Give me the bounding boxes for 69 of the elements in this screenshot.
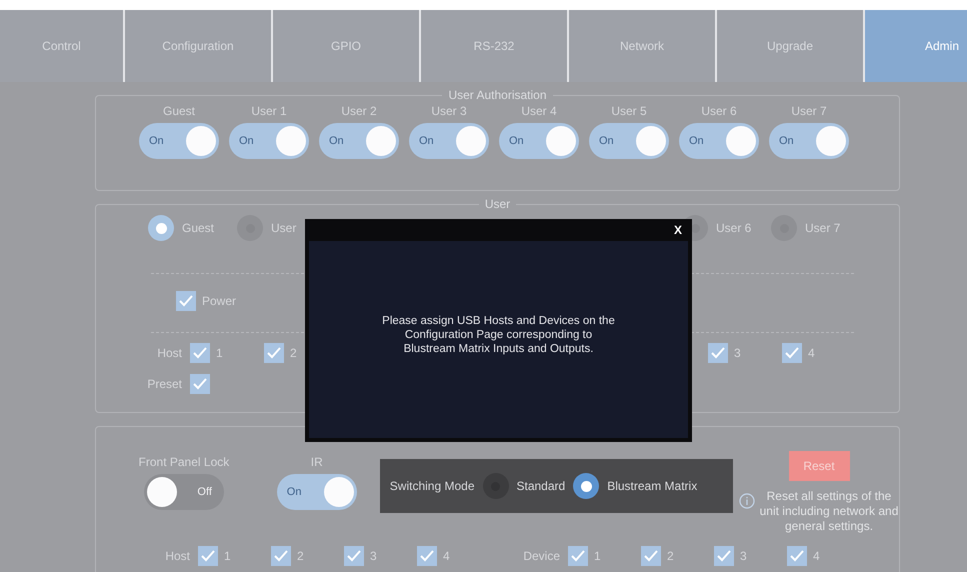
checkbox-label: 1 [594,548,601,565]
toggle-switch[interactable]: Off [144,474,224,510]
info-icon [739,493,755,509]
toggle-label: User 7 [791,103,827,120]
section-title: User Authorisation [447,88,548,102]
checkbox-label: 3 [734,345,741,362]
checkbox-label: Power [202,293,236,310]
checkbox[interactable] [190,374,210,394]
toggle-switch[interactable]: On [499,123,579,159]
checkbox[interactable] [264,343,284,363]
radio-option[interactable]: Guest [148,215,237,241]
tab[interactable]: Network [569,10,717,82]
toggle-label: User 2 [341,103,377,120]
close-button[interactable]: X [672,221,684,239]
checkbox[interactable] [787,546,807,566]
radio-option[interactable]: User 7 [771,215,860,241]
checkbox[interactable] [417,546,437,566]
toggle-label: User 4 [521,103,557,120]
toggle-switch[interactable]: On [409,123,489,159]
tab[interactable]: Configuration [125,10,273,82]
toggle-switch[interactable]: On [319,123,399,159]
checkbox[interactable] [568,546,588,566]
checkbox-label: 2 [290,345,297,362]
checkbox[interactable] [714,546,734,566]
row-label: Device [522,548,561,565]
section-title: User [484,197,512,211]
toggle-switch[interactable]: On [139,123,219,159]
mode-label: Switching Mode [390,478,474,495]
checkbox-label: 4 [813,548,820,565]
checkbox[interactable] [708,343,728,363]
info-text: Reset all settings of the unit including network and general settings. [759,489,899,534]
checkbox[interactable] [641,546,661,566]
tab[interactable]: Admin [865,10,967,82]
toggle-switch[interactable]: On [229,123,309,159]
row-label: Host [156,345,183,362]
dialog-message: Please assign USB Hosts and Devices on the Configuration Page corresponding to Blustream Matrix Inputs and Outputs. [381,314,616,356]
toggle-switch[interactable]: On [276,474,357,510]
radio-option[interactable]: Standard [482,473,566,499]
checkbox-label: 2 [297,548,304,565]
checkbox-label: 2 [667,548,674,565]
checkbox[interactable] [176,291,196,311]
row-label: Preset [146,376,183,393]
toggle-label: Front Panel Lock [138,454,230,471]
checkbox-label: 4 [808,345,815,362]
toggle-label: User 6 [701,103,737,120]
checkbox[interactable] [344,546,364,566]
row-label: Host [164,548,191,565]
toggle-switch[interactable]: On [679,123,759,159]
tab[interactable]: RS-232 [421,10,569,82]
toggle-label: User 1 [251,103,287,120]
checkbox[interactable] [190,343,210,363]
checkbox-label: 1 [224,548,231,565]
toggle-label: Guest [162,103,195,120]
radio-option[interactable]: Blustream Matrix [573,473,698,499]
toggle-label: IR [310,454,323,471]
toggle-label: User 3 [431,103,467,120]
tab[interactable]: GPIO [273,10,421,82]
checkbox-label: 3 [370,548,377,565]
reset-button[interactable]: Reset [788,451,850,481]
checkbox-label: 1 [216,345,223,362]
checkbox[interactable] [271,546,291,566]
toggle-switch[interactable]: On [589,123,669,159]
checkbox-label: 4 [443,548,450,565]
checkbox-label: 3 [740,548,747,565]
toggle-label: User 5 [611,103,647,120]
checkbox[interactable] [198,546,218,566]
toggle-switch[interactable]: On [769,123,849,159]
checkbox[interactable] [782,343,802,363]
tab[interactable]: Control [0,10,125,82]
